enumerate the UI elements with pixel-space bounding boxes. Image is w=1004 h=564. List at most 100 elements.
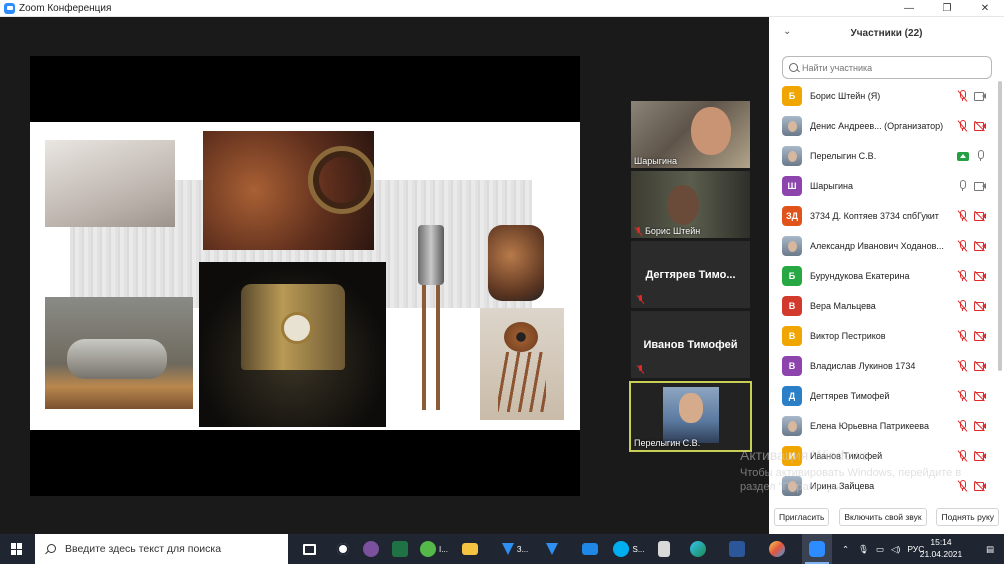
video-tile[interactable]: Борис Штейн: [631, 171, 750, 238]
video-off-icon[interactable]: [974, 420, 987, 432]
excel-icon: [391, 541, 408, 557]
clock-time: 15:14: [930, 537, 952, 547]
steampunk-top-hat-image: [199, 262, 386, 427]
meeting-stage: Шарыгина Борис Штейн Дегтярев Тимо... Ив…: [0, 17, 769, 534]
search-icon: [789, 62, 799, 73]
icq-icon: [420, 541, 437, 557]
video-camera-icon[interactable]: [974, 181, 987, 191]
taskbar-app-settings[interactable]: [330, 534, 355, 564]
video-off-icon[interactable]: [974, 330, 987, 342]
taskbar-app-download[interactable]: [539, 534, 564, 564]
minimize-button[interactable]: —: [890, 0, 928, 17]
video-off-icon[interactable]: [974, 390, 987, 402]
participant-row[interactable]: Ш Шарыгина: [769, 171, 997, 201]
chevron-up-icon[interactable]: ⌃: [842, 544, 849, 555]
participant-row[interactable]: Александр Иванович Ходанов...: [769, 231, 997, 261]
maximize-button[interactable]: ❐: [928, 0, 966, 17]
mic-muted-icon[interactable]: [957, 390, 969, 402]
participant-photo: [663, 387, 719, 443]
taskbar-app-file-explorer[interactable]: [457, 534, 482, 564]
participant-search[interactable]: [782, 56, 992, 79]
video-off-icon[interactable]: [974, 360, 987, 372]
volume-icon[interactable]: ◁): [891, 544, 900, 555]
mic-muted-icon[interactable]: [957, 270, 969, 282]
skype-icon: [613, 541, 630, 557]
taskbar-app-paint[interactable]: [764, 534, 789, 564]
video-tile[interactable]: Иванов Тимофей: [631, 311, 750, 378]
participant-avatar: Б: [782, 266, 802, 286]
mic-muted-icon[interactable]: [957, 120, 969, 132]
taskbar-app-calculator[interactable]: [651, 534, 676, 564]
taskbar-app-edge[interactable]: [685, 534, 710, 564]
taskbar-app-excel[interactable]: [387, 534, 412, 564]
mic-muted-icon[interactable]: [957, 420, 969, 432]
mic-muted-icon[interactable]: [957, 90, 969, 102]
participant-row[interactable]: В Вера Мальцева: [769, 291, 997, 321]
taskbar-clock[interactable]: 15:14 21.04.2021: [914, 536, 968, 560]
word-icon: [728, 541, 745, 557]
taskbar-app-skype[interactable]: S...: [610, 534, 648, 564]
shared-screen: [30, 56, 580, 496]
taskbar-app-zoom[interactable]: [802, 534, 832, 564]
mic-muted-icon[interactable]: [957, 300, 969, 312]
invite-button[interactable]: Пригласить: [773, 508, 830, 526]
video-tile-name: Борис Штейн: [645, 226, 701, 236]
participant-name: Перелыгин С.В.: [810, 151, 877, 161]
download-icon: [501, 543, 514, 555]
participant-search-input[interactable]: [802, 62, 982, 73]
video-off-icon[interactable]: [974, 270, 987, 282]
taskbar-app-icq[interactable]: I...: [414, 534, 454, 564]
video-off-icon[interactable]: [974, 210, 987, 222]
zoom-window: Zoom Конференция — ❐ ✕ Шарыгина Борис Шт…: [0, 0, 1004, 534]
participant-row[interactable]: В Виктор Пестриков: [769, 321, 997, 351]
taskbar-search[interactable]: Введите здесь текст для поиска: [35, 534, 288, 564]
video-off-icon[interactable]: [974, 240, 987, 252]
file-explorer-icon: [461, 543, 478, 555]
calculator-icon: [657, 541, 670, 557]
chevron-down-icon[interactable]: ⌄: [783, 26, 791, 37]
microphone-icon[interactable]: [975, 150, 987, 162]
participant-row[interactable]: Перелыгин С.В.: [769, 141, 997, 171]
video-tile[interactable]: Дегтярев Тимо...: [631, 241, 750, 308]
participant-row[interactable]: Денис Андреев... (Организатор): [769, 111, 997, 141]
microphone-icon[interactable]: 🎙: [858, 544, 869, 555]
unmute-button[interactable]: Включить свой звук: [839, 508, 927, 526]
participant-avatar: [782, 146, 802, 166]
start-button[interactable]: [0, 534, 34, 564]
participant-list-scrollbar[interactable]: [998, 81, 1002, 371]
video-off-icon[interactable]: [974, 480, 987, 492]
mic-muted-icon: [636, 365, 645, 374]
video-tile[interactable]: Шарыгина: [631, 101, 750, 168]
screen-share-icon: [957, 151, 969, 161]
notification-icon[interactable]: ▤: [986, 544, 994, 555]
microphone-icon[interactable]: [957, 180, 969, 192]
taskbar-app-mail[interactable]: [577, 534, 602, 564]
participant-row[interactable]: ЗД 3734 Д. Коптяев 3734 спбГукит: [769, 201, 997, 231]
participant-row[interactable]: В Владислав Лукинов 1734: [769, 351, 997, 381]
steampunk-dragonfly-image: [45, 140, 175, 227]
video-camera-icon[interactable]: [974, 91, 987, 101]
video-off-icon[interactable]: [974, 450, 987, 462]
raise-hand-button[interactable]: Поднять руку: [936, 508, 1000, 526]
video-off-icon[interactable]: [974, 120, 987, 132]
mic-muted-icon[interactable]: [957, 360, 969, 372]
participant-video: [667, 185, 699, 225]
participant-row[interactable]: Елена Юрьевна Патрикеева: [769, 411, 997, 441]
video-off-icon[interactable]: [974, 300, 987, 312]
mic-muted-icon[interactable]: [957, 210, 969, 222]
taskbar-app-viber[interactable]: [358, 534, 383, 564]
close-button[interactable]: ✕: [966, 0, 1004, 17]
mic-muted-icon[interactable]: [957, 330, 969, 342]
network-icon[interactable]: ▭: [876, 544, 884, 555]
participant-row[interactable]: Б Бурундукова Екатерина: [769, 261, 997, 291]
mic-muted-icon: [634, 226, 643, 236]
participant-row[interactable]: Б Борис Штейн (Я): [769, 81, 997, 111]
active-speaker-tile[interactable]: Перелыгин С.В.: [629, 381, 752, 452]
taskbar-app-download[interactable]: З...: [496, 534, 534, 564]
taskbar-app-word[interactable]: [724, 534, 749, 564]
taskbar-app-task-view[interactable]: [297, 534, 322, 564]
mic-muted-icon[interactable]: [957, 240, 969, 252]
presentation-slide: [30, 122, 580, 430]
participant-row[interactable]: Д Дегтярев Тимофей: [769, 381, 997, 411]
taskbar-search-placeholder: Введите здесь текст для поиска: [65, 543, 222, 555]
